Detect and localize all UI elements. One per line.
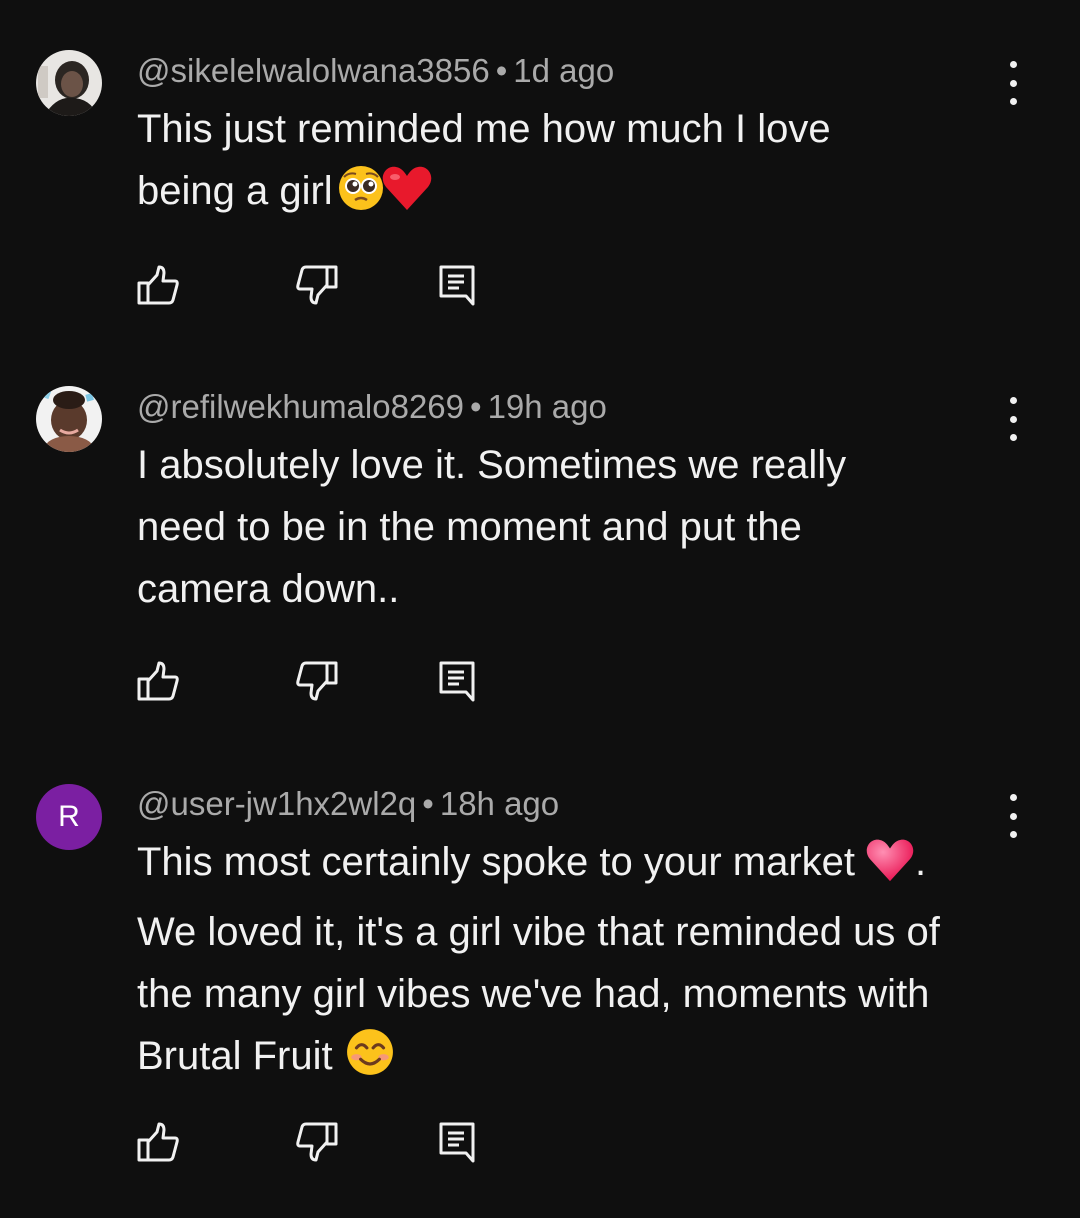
- comment-line-text: Brutal Fruit: [137, 1034, 333, 1078]
- reply-icon[interactable]: [437, 263, 481, 307]
- separator-dot: •: [495, 52, 508, 89]
- avatar[interactable]: R: [36, 784, 102, 850]
- timestamp: 19h ago: [487, 388, 607, 425]
- timestamp: 1d ago: [513, 52, 615, 89]
- separator-dot: •: [422, 785, 434, 822]
- comment-actions: [0, 659, 1080, 703]
- username[interactable]: @sikelelwalolwana3856: [137, 52, 490, 89]
- red-heart-emoji: [381, 164, 433, 230]
- more-vertical-icon[interactable]: [996, 61, 1030, 105]
- thumbs-down-icon[interactable]: [295, 659, 339, 703]
- avatar[interactable]: [36, 50, 102, 116]
- thumbs-up-icon[interactable]: [136, 1120, 180, 1164]
- thumbs-up-icon[interactable]: [136, 263, 180, 307]
- avatar[interactable]: [36, 386, 102, 452]
- comment-meta: @refilwekhumalo8269 • 19h ago: [137, 387, 607, 427]
- comment-line: Brutal Fruit: [137, 1025, 1017, 1095]
- comment-line: the many girl vibes we've had, moments w…: [137, 972, 930, 1016]
- comment-meta: @sikelelwalolwana3856 • 1d ago: [137, 51, 614, 91]
- comment-line: We loved it, it's a girl vibe that remin…: [137, 910, 940, 954]
- comment-actions: [0, 1120, 1080, 1164]
- pink-heart-emoji: [865, 837, 915, 901]
- thumbs-up-icon[interactable]: [136, 659, 180, 703]
- comment-line: I absolutely love it. Sometimes we reall…: [137, 443, 847, 487]
- smiling-face-emoji: [345, 1027, 395, 1095]
- pleading-face-emoji: [337, 164, 385, 230]
- timestamp: 18h ago: [439, 785, 560, 822]
- username[interactable]: @refilwekhumalo8269: [137, 388, 464, 425]
- reply-icon[interactable]: [437, 659, 481, 703]
- comment-meta: @user-jw1hx2wl2q • 18h ago: [137, 784, 559, 824]
- comment-text: This most certainly spoke to your market…: [137, 831, 1017, 1095]
- separator-dot: •: [470, 388, 482, 425]
- thumbs-down-icon[interactable]: [295, 1120, 339, 1164]
- comment-line: This most certainly spoke to your market…: [137, 831, 1017, 901]
- comment-line-text: This most certainly spoke to your market: [137, 840, 856, 884]
- username[interactable]: @user-jw1hx2wl2q: [137, 785, 416, 822]
- thumbs-down-icon[interactable]: [295, 263, 339, 307]
- comment-text: This just reminded me how much I love be…: [137, 98, 1017, 230]
- comment-text: I absolutely love it. Sometimes we reall…: [137, 434, 1017, 620]
- comment-line-text: being a girl: [137, 169, 333, 213]
- comment-line: camera down..: [137, 567, 400, 611]
- comment-line: need to be in the moment and put the: [137, 505, 802, 549]
- more-vertical-icon[interactable]: [996, 794, 1030, 838]
- reply-icon[interactable]: [437, 1120, 481, 1164]
- comment-line: being a girl: [137, 160, 1017, 230]
- comment-line: This just reminded me how much I love: [137, 107, 831, 151]
- more-vertical-icon[interactable]: [996, 397, 1030, 441]
- comment-line-text: .: [915, 840, 927, 884]
- comment-actions: [0, 263, 1080, 307]
